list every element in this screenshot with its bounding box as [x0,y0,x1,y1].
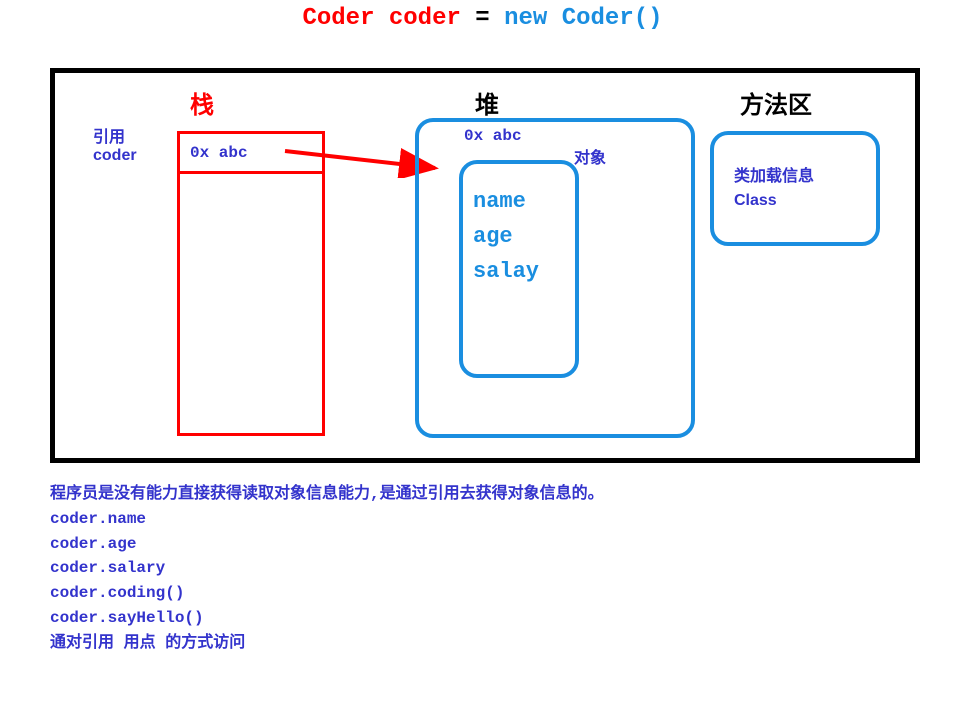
heap-title: 堆 [475,85,499,120]
stack-frame: 0x abc [180,134,322,174]
note-code-1: coder.name [50,507,604,532]
class-load-info: 类加载信息 [734,165,856,189]
field-name: name [473,184,565,219]
note-explanation: 程序员是没有能力直接获得读取对象信息能力,是通过引用去获得对象信息的。 [50,482,604,507]
method-area-box: 类加载信息 Class [710,131,880,246]
reference-text-1: 引用 [93,123,137,147]
field-salary: salay [473,254,565,289]
reference-text-2: coder [93,147,137,165]
field-age: age [473,219,565,254]
stack-box: 0x abc [177,131,325,436]
heap-box: 0x abc 对象 name age salay [415,118,695,438]
note-access: 通对引用 用点 的方式访问 [50,631,604,656]
declaration-left: Coder coder [302,5,460,32]
class-text: Class [734,189,856,213]
footer-notes: 程序员是没有能力直接获得读取对象信息能力,是通过引用去获得对象信息的。 code… [50,482,604,656]
memory-diagram: 栈 堆 方法区 引用 coder 0x abc 0x abc 对象 name a… [50,68,920,463]
reference-label: 引用 coder [93,123,137,165]
declaration-equals: = [475,5,504,32]
object-label: 对象 [574,144,606,168]
note-code-2: coder.age [50,532,604,557]
stack-title: 栈 [190,85,214,120]
object-box: name age salay [459,160,579,378]
code-declaration: Coder coder = new Coder() [0,0,965,32]
note-code-5: coder.sayHello() [50,606,604,631]
declaration-right: new Coder() [504,5,662,32]
method-area-title: 方法区 [740,85,812,120]
heap-address: 0x abc [464,127,522,145]
note-code-3: coder.salary [50,556,604,581]
stack-address: 0x abc [190,144,248,162]
note-code-4: coder.coding() [50,581,604,606]
